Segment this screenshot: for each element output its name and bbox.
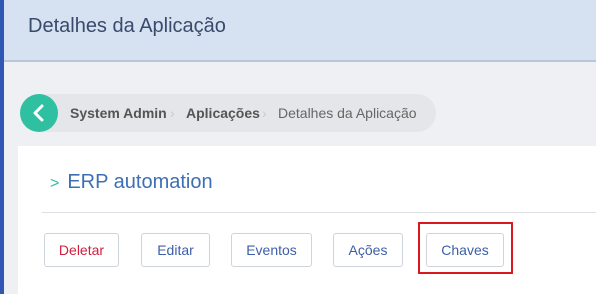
chevron-right-icon: > — [50, 175, 60, 192]
events-button[interactable]: Eventos — [231, 233, 312, 267]
back-button[interactable] — [20, 94, 58, 132]
breadcrumb-item-system-admin[interactable]: System Admin — [70, 105, 167, 121]
application-name: ERP automation — [67, 171, 213, 193]
chevron-left-icon — [33, 104, 44, 122]
page-title: Detalhes da Aplicação — [28, 15, 226, 37]
breadcrumb-separator-icon: › — [262, 105, 267, 121]
delete-button[interactable]: Deletar — [44, 233, 119, 267]
page-header: Detalhes da Aplicação — [4, 0, 596, 62]
actions-button[interactable]: Ações — [333, 233, 403, 267]
page: Detalhes da Aplicação System Admin › Apl… — [0, 0, 596, 294]
edit-button[interactable]: Editar — [141, 233, 210, 267]
divider — [42, 212, 596, 213]
breadcrumb: System Admin › Aplicações › Detalhes da … — [20, 94, 436, 132]
highlight-box — [418, 222, 513, 274]
application-title: > ERP automation — [50, 171, 213, 194]
breadcrumb-separator-icon: › — [170, 105, 175, 121]
breadcrumb-item-aplicacoes[interactable]: Aplicações — [186, 105, 260, 121]
breadcrumb-item-current: Detalhes da Aplicação — [278, 105, 417, 121]
